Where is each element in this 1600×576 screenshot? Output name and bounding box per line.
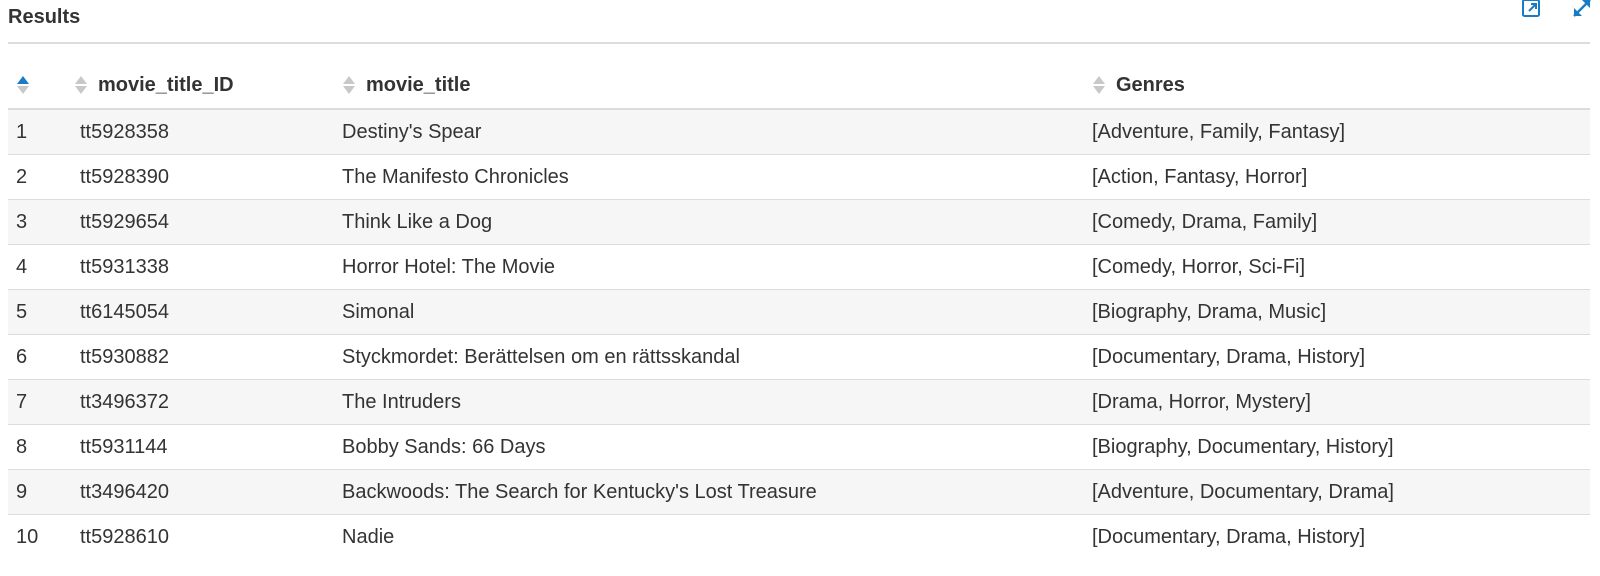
table-row: 9 tt3496420 Backwoods: The Search for Ke… (8, 469, 1590, 515)
results-panel-header: Results (8, 0, 1591, 44)
cell-movie-title: Horror Hotel: The Movie (338, 244, 1084, 290)
cell-genres: [Biography, Drama, Music] (1084, 289, 1590, 335)
cell-movie-title-id: tt5928358 (72, 109, 338, 155)
cell-movie-title: Styckmordet: Berättelsen om en rättsskan… (338, 334, 1084, 380)
column-header-label: movie_title_ID (98, 73, 234, 96)
table-row: 1 tt5928358 Destiny's Spear [Adventure, … (8, 109, 1590, 155)
expand-icon[interactable] (1570, 0, 1594, 20)
cell-index: 3 (8, 199, 72, 245)
column-header-genres[interactable]: Genres (1084, 62, 1590, 110)
table-header: movie_title_ID movie_title Genres (8, 62, 1590, 110)
panel-title: Results (8, 6, 81, 28)
cell-index: 6 (8, 334, 72, 380)
results-panel: Results movie_title_ID movie_title Genre… (0, 0, 1600, 576)
cell-genres: [Adventure, Family, Fantasy] (1084, 109, 1590, 155)
cell-movie-title-id: tt5928390 (72, 154, 338, 200)
popout-icon[interactable] (1520, 0, 1544, 20)
cell-index: 7 (8, 379, 72, 425)
sort-ascending-icon[interactable] (16, 74, 30, 96)
results-table: movie_title_ID movie_title Genres 1 tt59… (8, 62, 1590, 559)
cell-genres: [Documentary, Drama, History] (1092, 525, 1366, 548)
cell-index: 9 (8, 469, 72, 515)
cell-movie-title: The Intruders (338, 379, 1084, 425)
column-header-label: Genres (1116, 73, 1185, 96)
table-row: 3 tt5929654 Think Like a Dog [Comedy, Dr… (8, 199, 1590, 245)
sort-icon[interactable] (74, 74, 88, 96)
cell-index: 10 (16, 525, 39, 548)
table-body: 1 tt5928358 Destiny's Spear [Adventure, … (8, 109, 1590, 559)
cell-genres: [Drama, Horror, Mystery] (1084, 379, 1590, 425)
cell-genres: [Comedy, Horror, Sci-Fi] (1084, 244, 1590, 290)
cell-movie-title-id: tt6145054 (72, 289, 338, 335)
cell-movie-title: Nadie (342, 525, 395, 548)
cell-index: 4 (8, 244, 72, 290)
cell-movie-title-id: tt5931144 (72, 424, 338, 470)
sort-icon[interactable] (1092, 74, 1106, 96)
cell-movie-title-id: tt5929654 (72, 199, 338, 245)
column-header-label: movie_title (366, 73, 471, 96)
cell-genres: [Documentary, Drama, History] (1084, 334, 1590, 380)
table-row: 4 tt5931338 Horror Hotel: The Movie [Com… (8, 244, 1590, 290)
table-row: 8 tt5931144 Bobby Sands: 66 Days [Biogra… (8, 424, 1590, 470)
cell-movie-title: Backwoods: The Search for Kentucky's Los… (338, 469, 1084, 515)
sort-icon[interactable] (342, 74, 356, 96)
cell-movie-title: Think Like a Dog (338, 199, 1084, 245)
cell-movie-title-id: tt5931338 (72, 244, 338, 290)
table-row: 2 tt5928390 The Manifesto Chronicles [Ac… (8, 154, 1590, 200)
cell-movie-title-id: tt3496420 (72, 469, 338, 515)
table-row: 6 tt5930882 Styckmordet: Berättelsen om … (8, 334, 1590, 380)
table-row: 5 tt6145054 Simonal [Biography, Drama, M… (8, 289, 1590, 335)
cell-genres: [Biography, Documentary, History] (1084, 424, 1590, 470)
cell-genres: [Action, Fantasy, Horror] (1084, 154, 1590, 200)
cell-movie-title: The Manifesto Chronicles (338, 154, 1084, 200)
cell-movie-title-id: tt3496372 (72, 379, 338, 425)
cell-index: 8 (8, 424, 72, 470)
cell-genres: [Comedy, Drama, Family] (1084, 199, 1590, 245)
cell-movie-title-id: tt5928610 (80, 525, 169, 548)
cell-index: 5 (8, 289, 72, 335)
column-header-movie-title[interactable]: movie_title (338, 62, 1084, 110)
cell-movie-title: Simonal (338, 289, 1084, 335)
cell-movie-title-id: tt5930882 (72, 334, 338, 380)
table-row: 7 tt3496372 The Intruders [Drama, Horror… (8, 379, 1590, 425)
cell-index: 2 (8, 154, 72, 200)
table-row: 10 tt5928610 Nadie [Documentary, Drama, … (8, 514, 1590, 559)
cell-movie-title: Destiny's Spear (338, 109, 1084, 155)
cell-index: 1 (8, 109, 72, 155)
column-header-movie-title-id[interactable]: movie_title_ID (72, 62, 338, 110)
table-header-row: movie_title_ID movie_title Genres (8, 62, 1590, 110)
column-header-index[interactable] (8, 62, 72, 110)
cell-movie-title: Bobby Sands: 66 Days (338, 424, 1084, 470)
cell-genres: [Adventure, Documentary, Drama] (1084, 469, 1590, 515)
